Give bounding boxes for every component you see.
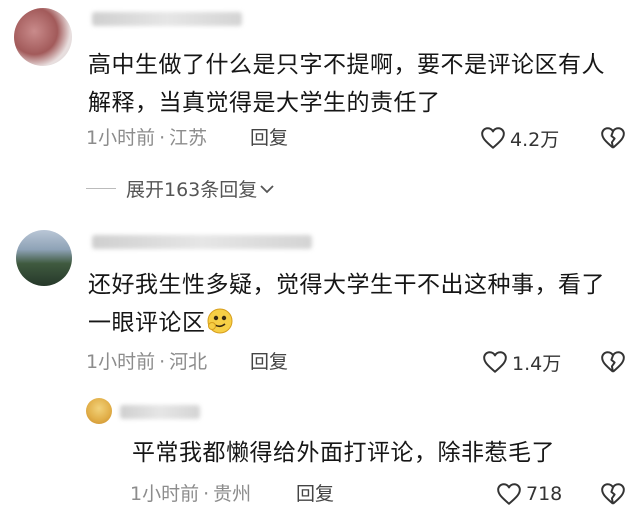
reply-button[interactable]: 回复 [250, 350, 288, 374]
comment-location: 贵州 [213, 483, 252, 505]
comment-text-line: 平常我都懒得给外面打评论，除非惹毛了 [132, 440, 555, 466]
username-blurred[interactable] [92, 12, 242, 26]
like-count: 718 [526, 483, 563, 505]
comment-text-line: 高中生做了什么是只字不提啊，要不是评论区有人 [88, 52, 605, 78]
heart-outline-icon [481, 127, 505, 149]
heart-outline-icon [497, 483, 521, 505]
chevron-down-icon [260, 184, 274, 193]
avatar[interactable] [14, 8, 72, 66]
comment-location: 江苏 [169, 127, 208, 149]
comment-time: 1小时前 [86, 351, 156, 373]
like-button[interactable]: 1.4万 [482, 348, 561, 376]
like-count: 1.4万 [512, 352, 562, 375]
broken-heart-icon[interactable] [600, 481, 626, 507]
comment-time: 1小时前 [86, 127, 156, 149]
reply-button[interactable]: 回复 [296, 482, 334, 506]
comment-text: 高中生做了什么是只字不提啊，要不是评论区有人 解释，当真觉得是大学生的责任了 [88, 46, 628, 122]
expand-replies-label: 展开163条回复 [126, 179, 258, 201]
comment-text-line: 一眼评论区 [88, 310, 206, 336]
expand-replies[interactable]: 展开163条回复 [86, 175, 275, 202]
comment-text-line: 还好我生性多疑，觉得大学生干不出这种事，看了 [88, 272, 605, 298]
broken-heart-icon[interactable] [600, 125, 626, 151]
comment-time: 1小时前 [130, 483, 200, 505]
reply-button[interactable]: 回复 [250, 126, 288, 150]
comment-meta: 1小时前 · 河北 [86, 351, 208, 373]
thinking-face-emoji [207, 308, 232, 334]
comment-text: 还好我生性多疑，觉得大学生干不出这种事，看了 一眼评论区 [88, 266, 628, 342]
avatar[interactable] [86, 398, 112, 424]
avatar[interactable] [16, 230, 72, 286]
comment-location: 河北 [169, 351, 208, 373]
like-button[interactable]: 4.2万 [480, 124, 559, 152]
like-count: 4.2万 [510, 128, 560, 151]
comment-meta: 1小时前 · 江苏 [86, 127, 208, 149]
comment-meta: 1小时前 · 贵州 [130, 483, 252, 505]
like-button[interactable]: 718 [496, 480, 562, 508]
divider [86, 188, 116, 189]
username-blurred[interactable] [92, 235, 312, 249]
username-blurred[interactable] [120, 405, 200, 419]
broken-heart-icon[interactable] [600, 349, 626, 375]
comment-text: 平常我都懒得给外面打评论，除非惹毛了 [132, 434, 622, 472]
heart-outline-icon [483, 351, 507, 373]
comment-text-line: 解释，当真觉得是大学生的责任了 [88, 90, 441, 116]
